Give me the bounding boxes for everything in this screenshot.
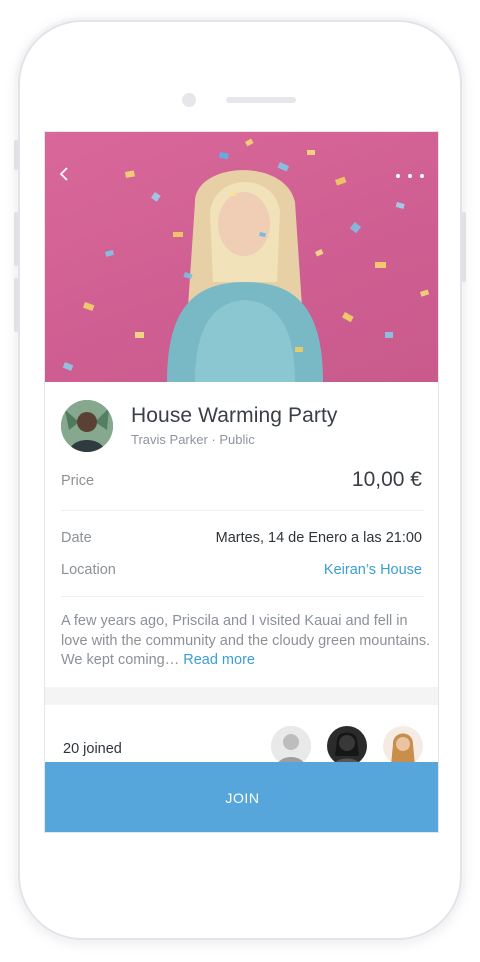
read-more-link[interactable]: Read more bbox=[183, 652, 255, 668]
earpiece-speaker bbox=[226, 97, 296, 103]
back-chevron-icon[interactable] bbox=[59, 166, 77, 188]
more-dot bbox=[396, 174, 400, 178]
attendee-avatar[interactable] bbox=[383, 726, 423, 766]
more-horizontal-icon[interactable] bbox=[396, 174, 424, 180]
event-description: A few years ago, Priscila and I visited … bbox=[61, 612, 431, 671]
confetti-illustration bbox=[62, 138, 430, 382]
host-avatar[interactable] bbox=[61, 400, 113, 452]
event-title: House Warming Party bbox=[131, 404, 338, 427]
event-cover-photo bbox=[45, 132, 438, 382]
attendee-avatar[interactable] bbox=[327, 726, 367, 766]
divider bbox=[61, 596, 424, 597]
event-screen: House Warming Party Travis Parker · Publ… bbox=[44, 131, 439, 833]
join-button[interactable]: JOIN bbox=[45, 762, 438, 832]
price-label: Price bbox=[61, 473, 95, 489]
event-details-card: House Warming Party Travis Parker · Publ… bbox=[45, 382, 438, 687]
location-link[interactable]: Keiran’s House bbox=[324, 562, 422, 578]
date-value: Martes, 14 de Enero a las 21:00 bbox=[215, 530, 422, 546]
joined-count: 20 joined bbox=[63, 741, 122, 757]
volume-up-button bbox=[14, 212, 18, 266]
front-camera bbox=[182, 93, 196, 107]
more-dot bbox=[408, 174, 412, 178]
more-dot bbox=[420, 174, 424, 178]
divider bbox=[61, 510, 424, 511]
mute-switch bbox=[14, 140, 18, 170]
attendee-avatar[interactable] bbox=[271, 726, 311, 766]
location-label: Location bbox=[61, 562, 116, 578]
volume-down-button bbox=[14, 278, 18, 332]
date-label: Date bbox=[61, 530, 92, 546]
power-button bbox=[462, 212, 466, 282]
event-host-line: Travis Parker · Public bbox=[131, 432, 255, 447]
price-value: 10,00 € bbox=[351, 468, 422, 491]
